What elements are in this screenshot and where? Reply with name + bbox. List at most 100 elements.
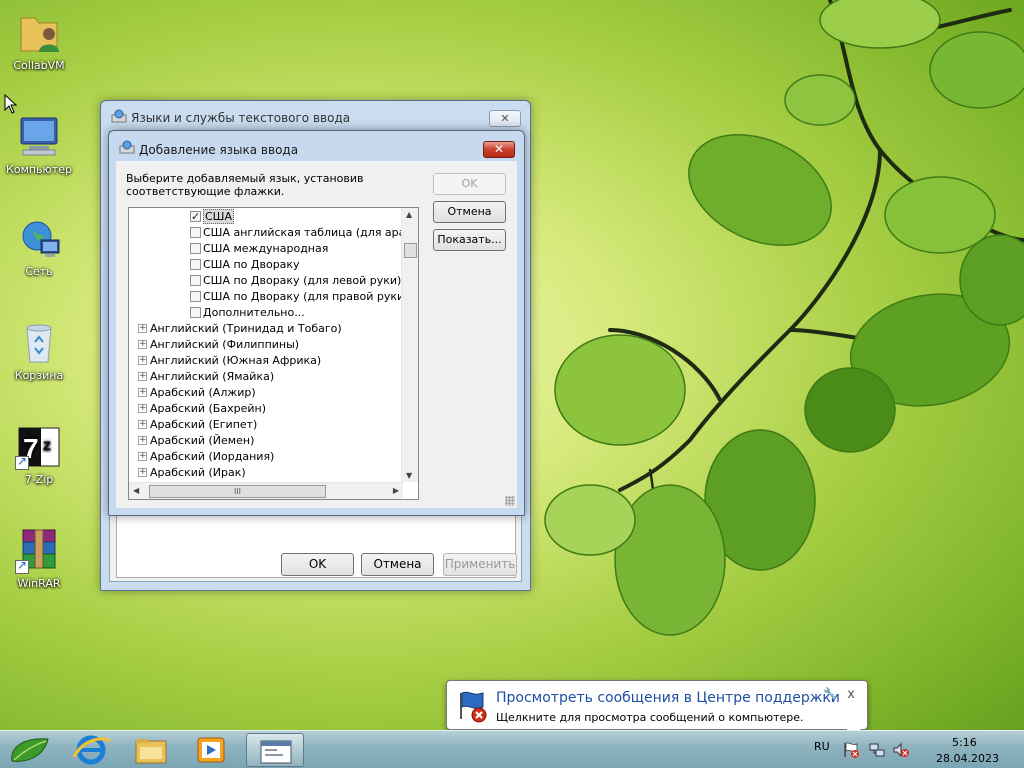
clock-date[interactable]: 28.04.2023 <box>936 752 999 765</box>
taskbar-file-explorer[interactable] <box>122 733 180 767</box>
notification-title[interactable]: Просмотреть сообщения в Центре поддержки <box>496 690 840 706</box>
expand-plus-icon[interactable]: + <box>138 387 147 397</box>
tree-language-node[interactable]: + Арабский (Бахрейн) <box>138 401 266 417</box>
vertical-scrollbar[interactable]: ▲ ▼ <box>401 208 418 482</box>
tree-language-node[interactable]: + Английский (Тринидад и Тобаго) <box>138 321 342 337</box>
internet-explorer-icon <box>72 735 112 765</box>
tree-language-node[interactable]: + Английский (Южная Африка) <box>138 353 321 369</box>
add-input-language-dialog: Добавление языка ввода ✕ Выберите добавл… <box>108 130 525 516</box>
tree-language-node[interactable]: + Арабский (Алжир) <box>138 385 256 401</box>
volume-muted-icon[interactable] <box>892 741 910 759</box>
ok-button[interactable]: OK <box>281 553 354 576</box>
scroll-thumb[interactable] <box>404 243 417 258</box>
cancel-button[interactable]: Отмена <box>433 201 506 223</box>
desktop-icon-recycle-bin[interactable]: Корзина <box>4 318 74 382</box>
close-icon[interactable]: x <box>847 687 855 702</box>
expand-plus-icon[interactable]: + <box>138 355 147 365</box>
tree-item-label: Английский (Ямайка) <box>150 370 275 383</box>
tree-language-node[interactable]: + Арабский (Египет) <box>138 417 257 433</box>
notification-balloon[interactable]: Просмотреть сообщения в Центре поддержки… <box>446 680 868 743</box>
expand-plus-icon[interactable]: + <box>138 419 147 429</box>
scroll-left-arrow-icon[interactable]: ◀ <box>133 486 139 495</box>
scroll-right-arrow-icon[interactable]: ▶ <box>393 486 399 495</box>
recycle-bin-icon <box>15 318 63 366</box>
checkbox[interactable] <box>190 306 201 318</box>
expand-plus-icon[interactable]: + <box>138 323 147 333</box>
close-button[interactable]: ✕ <box>483 141 515 158</box>
expand-plus-icon[interactable]: + <box>138 467 147 477</box>
expand-plus-icon[interactable]: + <box>138 371 147 381</box>
tree-item-label: США по Двораку <box>203 258 300 271</box>
expand-plus-icon[interactable]: + <box>138 435 147 445</box>
shortcut-arrow-icon <box>15 558 29 574</box>
desktop-icon-winrar[interactable]: WinRAR <box>4 526 74 590</box>
checkbox-checked[interactable] <box>190 209 201 225</box>
tree-item-label: Арабский (Бахрейн) <box>150 402 266 415</box>
desktop-icon-collabvm[interactable]: CollabVM <box>4 8 74 72</box>
tree-language-node[interactable]: + Английский (Ямайка) <box>138 369 274 385</box>
ok-button[interactable]: OK <box>433 173 506 195</box>
expand-plus-icon[interactable]: + <box>138 403 147 413</box>
tree-item-label: США <box>203 209 234 224</box>
tree-item-label: Арабский (Египет) <box>150 418 258 431</box>
tree-item-label: США по Двораку (для левой руки) <box>203 274 402 287</box>
scroll-thumb[interactable]: III <box>149 485 326 498</box>
dialog-client-area: Выберите добавляемый язык, установив соо… <box>116 161 517 508</box>
tree-checkbox-item[interactable]: США по Двораку <box>190 257 300 273</box>
tree-checkbox-item[interactable]: США по Двораку (для правой руки) <box>190 289 408 305</box>
tree-checkbox-item[interactable]: США <box>190 209 234 225</box>
tree-language-node[interactable]: + Арабский (Ирак) <box>138 465 246 481</box>
title-bar[interactable]: Языки и службы текстового ввода ✕ <box>101 101 530 129</box>
keyboard-globe-icon <box>111 109 127 123</box>
tree-checkbox-item[interactable]: США по Двораку (для левой руки) <box>190 273 401 289</box>
tree-item-label: Арабский (Йемен) <box>150 434 255 447</box>
network-globe-icon <box>15 214 63 262</box>
horizontal-scrollbar[interactable]: ◀ III ▶ <box>129 482 403 499</box>
checkbox[interactable] <box>190 226 201 238</box>
checkbox[interactable] <box>190 242 201 254</box>
expand-plus-icon[interactable]: + <box>138 451 147 461</box>
tree-item-label: Арабский (Ирак) <box>150 466 246 479</box>
checkbox[interactable] <box>190 290 201 302</box>
tree-language-node[interactable]: + Английский (Филиппины) <box>138 337 299 353</box>
wrench-icon[interactable]: 🔧 <box>823 687 837 700</box>
expand-plus-icon[interactable]: + <box>138 339 147 349</box>
checkbox[interactable] <box>190 274 201 286</box>
desktop-icon-computer[interactable]: Компьютер <box>4 112 74 176</box>
taskbar-media-player[interactable] <box>182 733 240 767</box>
start-button[interactable] <box>4 733 62 767</box>
scroll-down-arrow-icon[interactable]: ▼ <box>406 471 412 480</box>
mouse-cursor-icon <box>4 94 18 114</box>
close-button[interactable]: ✕ <box>489 110 521 127</box>
tree-item-label: США международная <box>203 242 329 255</box>
media-player-icon <box>197 737 225 763</box>
language-indicator[interactable]: RU <box>814 740 830 753</box>
scroll-up-arrow-icon[interactable]: ▲ <box>406 210 412 219</box>
tree-checkbox-item[interactable]: США международная <box>190 241 328 257</box>
tree-item-label: Английский (Тринидад и Тобаго) <box>150 322 342 335</box>
apply-button[interactable]: Применить <box>443 553 517 576</box>
desktop-icon-label: Компьютер <box>6 163 72 176</box>
desktop-icon-network[interactable]: Сеть <box>4 214 74 278</box>
resize-grip-icon[interactable] <box>505 496 515 506</box>
language-tree[interactable]: США США английская таблица (для арабск США… <box>128 207 419 500</box>
network-icon[interactable] <box>868 741 886 759</box>
desktop-icon-label: Корзина <box>14 369 64 382</box>
7zip-icon: 7 z <box>15 422 63 470</box>
show-button[interactable]: Показать... <box>433 229 506 251</box>
tree-checkbox-item[interactable]: Дополнительно... <box>190 305 305 321</box>
svg-text:z: z <box>43 437 51 454</box>
action-center-flag-icon <box>460 691 487 723</box>
control-panel-window-icon <box>260 740 292 764</box>
taskbar-control-panel-window[interactable] <box>246 733 304 767</box>
desktop-icon-label: CollabVM <box>13 59 65 72</box>
action-center-flag-icon[interactable] <box>842 741 860 759</box>
desktop-icon-7zip[interactable]: 7 z 7-Zip <box>4 422 74 486</box>
tree-language-node[interactable]: + Арабский (Йемен) <box>138 433 254 449</box>
checkbox[interactable] <box>190 258 201 270</box>
tree-checkbox-item[interactable]: США английская таблица (для арабск <box>190 225 418 241</box>
taskbar-internet-explorer[interactable] <box>62 733 120 767</box>
clock-time[interactable]: 5:16 <box>952 736 977 749</box>
tree-language-node[interactable]: + Арабский (Иордания) <box>138 449 274 465</box>
cancel-button[interactable]: Отмена <box>361 553 434 576</box>
